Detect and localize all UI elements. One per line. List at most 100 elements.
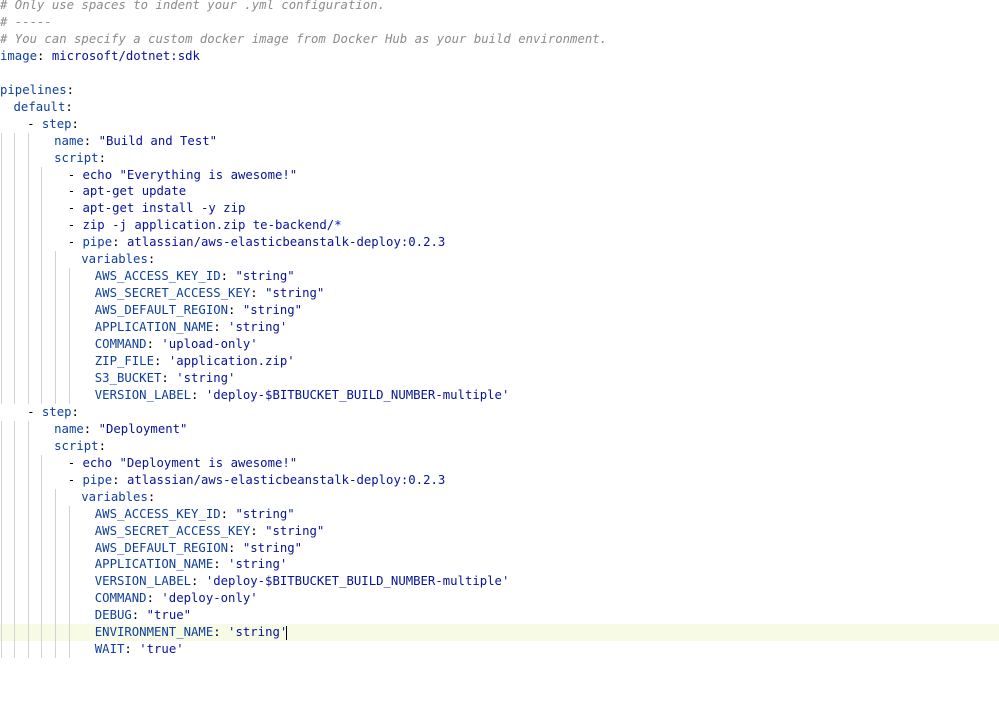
yaml-key: name <box>54 133 84 148</box>
yaml-code-editor[interactable]: # Only use spaces to indent your .yml co… <box>0 0 999 659</box>
code-line[interactable]: AWS_SECRET_ACCESS_KEY: "string" <box>0 522 999 540</box>
indent-guide <box>14 539 15 557</box>
code-line[interactable]: COMMAND: 'deploy-only' <box>0 590 999 608</box>
code-line[interactable]: AWS_DEFAULT_REGION: "string" <box>0 539 999 557</box>
indent-guide <box>14 285 15 303</box>
code-line[interactable]: script: <box>0 149 999 167</box>
indent-guide <box>1 183 2 201</box>
code-line-text: AWS_ACCESS_KEY_ID: "string" <box>95 268 295 285</box>
code-line[interactable] <box>0 65 999 82</box>
code-line[interactable]: - pipe: atlassian/aws-elasticbeanstalk-d… <box>0 471 999 489</box>
code-line[interactable]: ENVIRONMENT_NAME: 'string' <box>0 624 999 642</box>
list-dash: - <box>67 167 83 182</box>
code-line[interactable]: APPLICATION_NAME: 'string' <box>0 556 999 574</box>
yaml-colon: : <box>191 387 206 402</box>
indent-guide <box>41 251 42 269</box>
indent-guide <box>14 505 15 523</box>
code-line[interactable]: # ----- <box>0 14 999 31</box>
code-line[interactable]: - apt-get update <box>0 183 999 201</box>
yaml-colon: : <box>98 150 106 165</box>
code-line[interactable]: # Only use spaces to indent your .yml co… <box>0 0 999 14</box>
yaml-string-value: "string" <box>242 540 303 555</box>
indent-guide <box>41 556 42 574</box>
code-line[interactable]: WAIT: 'true' <box>0 641 999 659</box>
code-line[interactable]: pipelines: <box>0 82 999 99</box>
indent-guide <box>55 624 56 642</box>
code-line[interactable]: # You can specify a custom docker image … <box>0 31 999 48</box>
yaml-colon: : <box>147 252 156 267</box>
yaml-colon: : <box>213 625 229 640</box>
code-line-text: APPLICATION_NAME: 'string' <box>95 319 288 336</box>
indent-guide <box>55 353 56 370</box>
indent-guide <box>55 607 56 625</box>
yaml-colon: : <box>191 574 206 589</box>
indent-guide <box>69 386 70 404</box>
code-line[interactable]: AWS_ACCESS_KEY_ID: "string" <box>0 505 999 523</box>
yaml-key: script <box>54 438 99 453</box>
code-line[interactable]: default: <box>0 99 999 116</box>
code-line[interactable]: COMMAND: 'upload-only' <box>0 336 999 354</box>
code-line[interactable]: S3_BUCKET: 'string' <box>0 369 999 387</box>
indent-guide <box>28 607 29 625</box>
code-line-text: AWS_DEFAULT_REGION: "string" <box>95 540 302 557</box>
indent-guide <box>41 200 42 218</box>
code-line[interactable]: name: "Deployment" <box>0 420 999 438</box>
code-line[interactable]: AWS_DEFAULT_REGION: "string" <box>0 302 999 320</box>
yaml-key: ZIP_FILE <box>94 354 154 369</box>
indent-guide <box>41 488 42 506</box>
indent-guide <box>14 319 15 337</box>
code-line[interactable]: variables: <box>0 251 999 269</box>
code-line[interactable]: - step: <box>0 116 999 133</box>
code-line[interactable]: - apt-get install -y zip <box>0 200 999 218</box>
indent-guide <box>1 556 2 574</box>
code-line[interactable]: AWS_ACCESS_KEY_ID: "string" <box>0 268 999 286</box>
code-line[interactable]: image: microsoft/dotnet:sdk <box>0 48 999 65</box>
code-line[interactable]: APPLICATION_NAME: 'string' <box>0 319 999 337</box>
code-line-text: script: <box>54 438 106 455</box>
yaml-string-value: 'string' <box>176 370 236 385</box>
indent-guide <box>41 369 42 387</box>
yaml-key: COMMAND <box>94 337 147 352</box>
list-dash: - <box>27 404 42 419</box>
code-line[interactable]: AWS_SECRET_ACCESS_KEY: "string" <box>0 285 999 303</box>
code-line[interactable]: VERSION_LABEL: 'deploy-$BITBUCKET_BUILD_… <box>0 386 999 404</box>
indent-guide <box>28 217 29 235</box>
code-line[interactable]: variables: <box>0 488 999 506</box>
indent-guide <box>69 285 70 303</box>
code-line[interactable]: ZIP_FILE: 'application.zip' <box>0 353 999 370</box>
yaml-colon: : <box>65 99 73 114</box>
indent-guide <box>14 234 15 252</box>
indent-guide <box>41 590 42 608</box>
yaml-string-value: 'string' <box>228 625 288 640</box>
code-line-text: name: "Build and Test" <box>54 133 217 150</box>
indent-guide <box>41 234 42 252</box>
indent-guide <box>14 624 15 642</box>
code-line-text: - apt-get update <box>68 183 186 200</box>
code-line[interactable]: DEBUG: "true" <box>0 607 999 625</box>
indent-guide <box>14 251 15 269</box>
code-line[interactable]: - zip -j application.zip te-backend/* <box>0 217 999 235</box>
code-line-text: AWS_ACCESS_KEY_ID: "string" <box>95 506 295 523</box>
yaml-string-value: 'string' <box>228 557 288 572</box>
yaml-colon: : <box>66 82 75 97</box>
code-line[interactable]: - echo "Everything is awesome!" <box>0 166 999 184</box>
code-line[interactable]: - pipe: atlassian/aws-elasticbeanstalk-d… <box>0 234 999 252</box>
yaml-value: apt-get update <box>82 184 187 199</box>
list-dash: - <box>27 116 42 131</box>
yaml-string-value: 'deploy-$BITBUCKET_BUILD_NUMBER-multiple… <box>205 387 510 402</box>
indent-guide <box>55 369 56 387</box>
indent-guide <box>69 353 70 370</box>
indent-guide <box>28 200 29 218</box>
code-line[interactable]: name: "Build and Test" <box>0 132 999 150</box>
code-line[interactable]: - step: <box>0 404 999 421</box>
code-line[interactable]: VERSION_LABEL: 'deploy-$BITBUCKET_BUILD_… <box>0 573 999 591</box>
indent-guide <box>14 556 15 574</box>
yaml-value: zip -j application.zip te-backend/* <box>82 218 342 233</box>
yaml-colon: : <box>220 269 236 284</box>
indent-guide <box>14 149 15 167</box>
indent-guide <box>14 437 15 455</box>
yaml-value: atlassian/aws-elasticbeanstalk-deploy:0.… <box>126 235 446 250</box>
code-line[interactable]: - echo "Deployment is awesome!" <box>0 454 999 472</box>
code-line[interactable]: script: <box>0 437 999 455</box>
yaml-colon: : <box>98 438 106 453</box>
